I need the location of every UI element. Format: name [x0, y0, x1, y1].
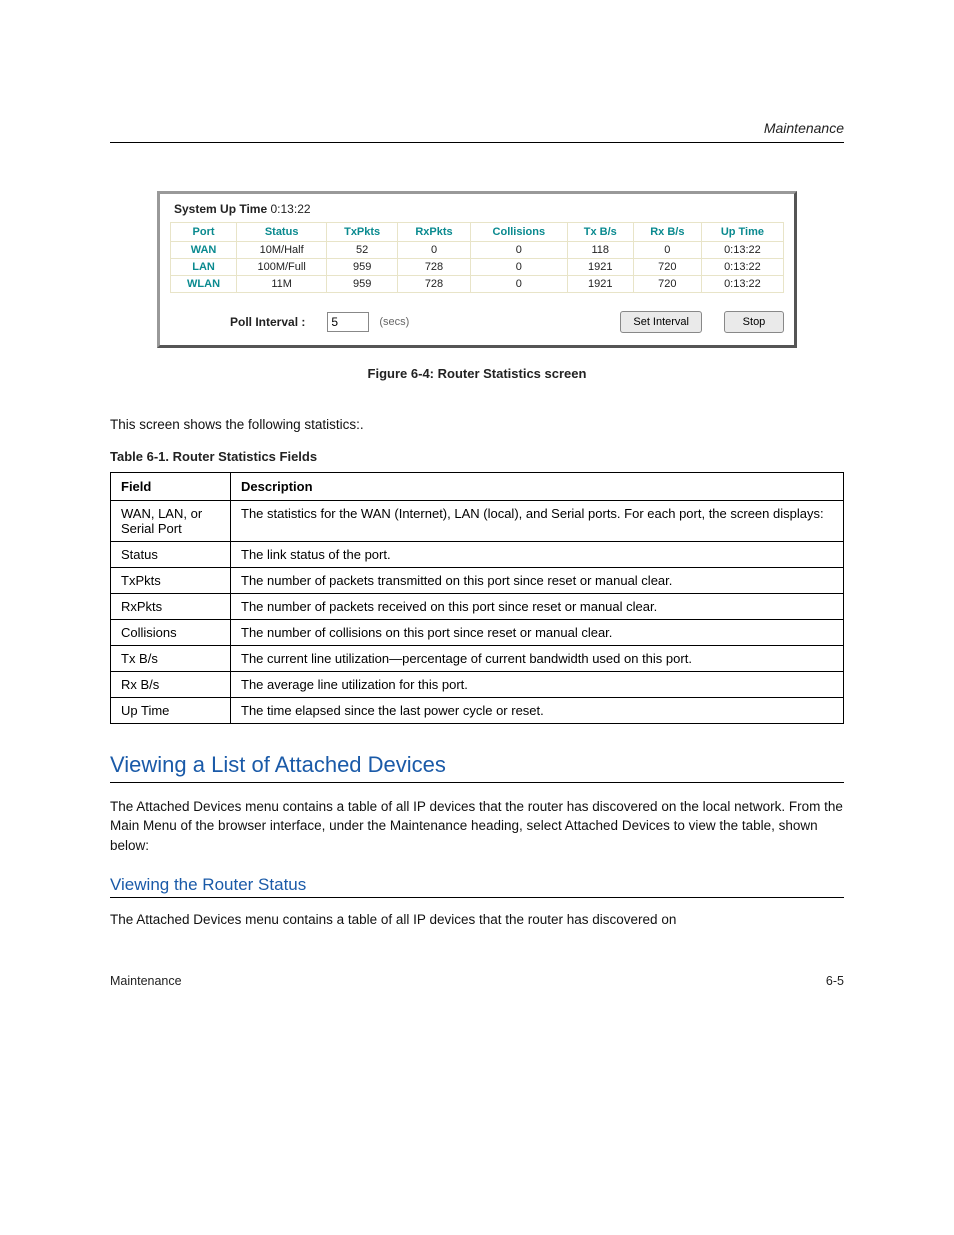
- cell: 0: [470, 276, 567, 293]
- table-row: RxPktsThe number of packets received on …: [111, 593, 844, 619]
- field-name: Up Time: [111, 697, 231, 723]
- cell: 10M/Half: [237, 242, 327, 259]
- section-body: The Attached Devices menu contains a tab…: [110, 797, 844, 856]
- page-footer: Maintenance 6-5: [110, 974, 844, 988]
- statistics-table: Port Status TxPkts RxPkts Collisions Tx …: [170, 222, 784, 293]
- fields-table: Field Description WAN, LAN, or Serial Po…: [110, 472, 844, 724]
- intro-text: This screen shows the following statisti…: [110, 415, 844, 435]
- cell: 0:13:22: [701, 259, 783, 276]
- table-row: StatusThe link status of the port.: [111, 541, 844, 567]
- footer-left: Maintenance: [110, 974, 182, 988]
- col-txbs: Tx B/s: [567, 223, 633, 242]
- figure-caption: Figure 6-4: Router Statistics screen: [110, 366, 844, 381]
- field-desc: The current line utilization—percentage …: [231, 645, 844, 671]
- subsection-body: The Attached Devices menu contains a tab…: [110, 910, 844, 930]
- cell: 1921: [567, 259, 633, 276]
- table-row: WAN 10M/Half 52 0 0 118 0 0:13:22: [171, 242, 784, 259]
- chapter-heading: Maintenance: [110, 120, 844, 136]
- table-row: LAN 100M/Full 959 728 0 1921 720 0:13:22: [171, 259, 784, 276]
- field-name: Status: [111, 541, 231, 567]
- field-name: Rx B/s: [111, 671, 231, 697]
- system-uptime-label: System Up Time: [174, 202, 267, 216]
- table-row: CollisionsThe number of collisions on th…: [111, 619, 844, 645]
- field-name: WAN, LAN, or Serial Port: [111, 500, 231, 541]
- field-desc: The link status of the port.: [231, 541, 844, 567]
- table-row: Up TimeThe time elapsed since the last p…: [111, 697, 844, 723]
- port-link-wan[interactable]: WAN: [171, 242, 237, 259]
- col-port: Port: [171, 223, 237, 242]
- col-status: Status: [237, 223, 327, 242]
- poll-controls: Poll Interval : (secs) Set Interval Stop: [170, 311, 784, 333]
- cell: 100M/Full: [237, 259, 327, 276]
- field-name: TxPkts: [111, 567, 231, 593]
- poll-interval-label: Poll Interval :: [230, 315, 305, 329]
- cell: 11M: [237, 276, 327, 293]
- field-name: Collisions: [111, 619, 231, 645]
- field-desc: The number of packets received on this p…: [231, 593, 844, 619]
- col-collisions: Collisions: [470, 223, 567, 242]
- col-rxbs: Rx B/s: [633, 223, 701, 242]
- fields-col-field: Field: [111, 472, 231, 500]
- port-link-wlan[interactable]: WLAN: [171, 276, 237, 293]
- subsection-heading-router-status: Viewing the Router Status: [110, 875, 844, 895]
- set-interval-button[interactable]: Set Interval: [620, 311, 702, 333]
- col-rxpkts: RxPkts: [398, 223, 471, 242]
- field-desc: The average line utilization for this po…: [231, 671, 844, 697]
- router-statistics-panel: System Up Time 0:13:22 Port Status TxPkt…: [157, 191, 797, 348]
- fields-table-caption: Table 6-1. Router Statistics Fields: [110, 449, 844, 464]
- header-rule: [110, 142, 844, 143]
- poll-interval-input[interactable]: [327, 312, 369, 332]
- table-row: Tx B/sThe current line utilization—perce…: [111, 645, 844, 671]
- field-name: RxPkts: [111, 593, 231, 619]
- field-name: Tx B/s: [111, 645, 231, 671]
- cell: 728: [398, 259, 471, 276]
- cell: 118: [567, 242, 633, 259]
- table-row: WLAN 11M 959 728 0 1921 720 0:13:22: [171, 276, 784, 293]
- field-desc: The time elapsed since the last power cy…: [231, 697, 844, 723]
- cell: 52: [327, 242, 398, 259]
- system-uptime: System Up Time 0:13:22: [170, 200, 784, 222]
- section-rule: [110, 782, 844, 783]
- system-uptime-value: 0:13:22: [271, 202, 311, 216]
- field-desc: The statistics for the WAN (Internet), L…: [231, 500, 844, 541]
- col-uptime: Up Time: [701, 223, 783, 242]
- cell: 728: [398, 276, 471, 293]
- table-row: WAN, LAN, or Serial PortThe statistics f…: [111, 500, 844, 541]
- footer-right: 6-5: [826, 974, 844, 988]
- cell: 0: [633, 242, 701, 259]
- cell: 1921: [567, 276, 633, 293]
- cell: 0: [470, 242, 567, 259]
- subsection-rule: [110, 897, 844, 898]
- cell: 0: [398, 242, 471, 259]
- cell: 0: [470, 259, 567, 276]
- cell: 959: [327, 259, 398, 276]
- poll-units: (secs): [379, 316, 409, 328]
- stop-button[interactable]: Stop: [724, 311, 784, 333]
- cell: 959: [327, 276, 398, 293]
- cell: 0:13:22: [701, 242, 783, 259]
- table-row: Rx B/sThe average line utilization for t…: [111, 671, 844, 697]
- field-desc: The number of packets transmitted on thi…: [231, 567, 844, 593]
- cell: 720: [633, 276, 701, 293]
- col-txpkts: TxPkts: [327, 223, 398, 242]
- table-row: TxPktsThe number of packets transmitted …: [111, 567, 844, 593]
- field-desc: The number of collisions on this port si…: [231, 619, 844, 645]
- fields-col-desc: Description: [231, 472, 844, 500]
- cell: 720: [633, 259, 701, 276]
- section-heading-attached-devices: Viewing a List of Attached Devices: [110, 752, 844, 778]
- cell: 0:13:22: [701, 276, 783, 293]
- port-link-lan[interactable]: LAN: [171, 259, 237, 276]
